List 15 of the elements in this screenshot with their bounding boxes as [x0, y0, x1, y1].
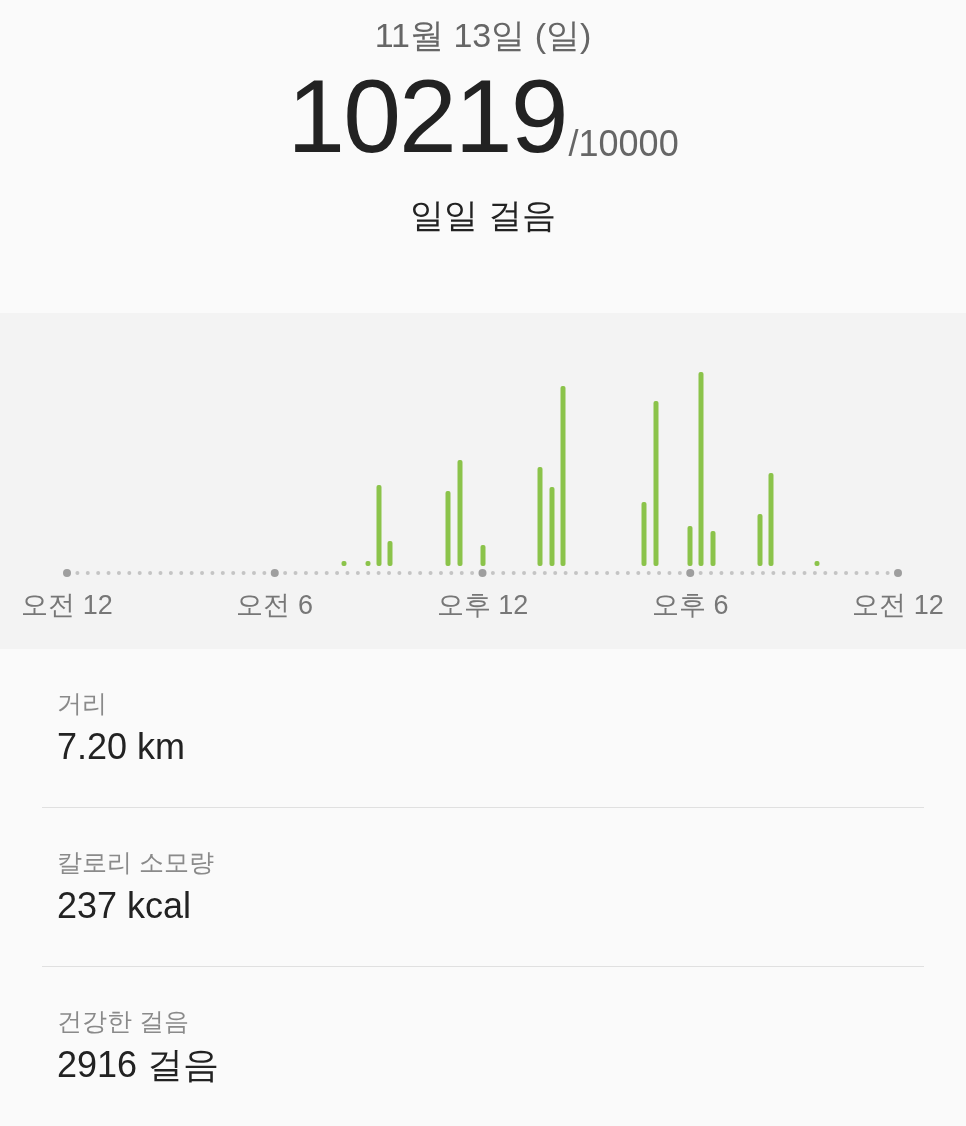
time-axis-label: 오전 12 — [21, 590, 113, 620]
daily-steps-title: 일일 걸음 — [410, 195, 556, 236]
time-axis-label: 오전 6 — [236, 590, 313, 620]
stat-value: 237 kcal — [57, 884, 193, 928]
stat-label: 칼로리 소모량 — [57, 847, 215, 878]
step-goal: /10000 — [568, 124, 679, 164]
date-label: 11월 13일 (일) — [374, 15, 592, 56]
stat-label: 거리 — [57, 688, 108, 719]
stat-label: 건강한 걸음 — [57, 1006, 190, 1037]
time-axis-label: 오후 12 — [436, 590, 529, 620]
step-count: 10219 — [287, 66, 567, 166]
time-axis-label: 오후 6 — [652, 590, 729, 620]
stat-value: 2916 걸음 — [57, 1043, 221, 1087]
stat-value: 7.20 km — [57, 725, 187, 769]
time-axis-label: 오전 12 — [852, 590, 944, 620]
